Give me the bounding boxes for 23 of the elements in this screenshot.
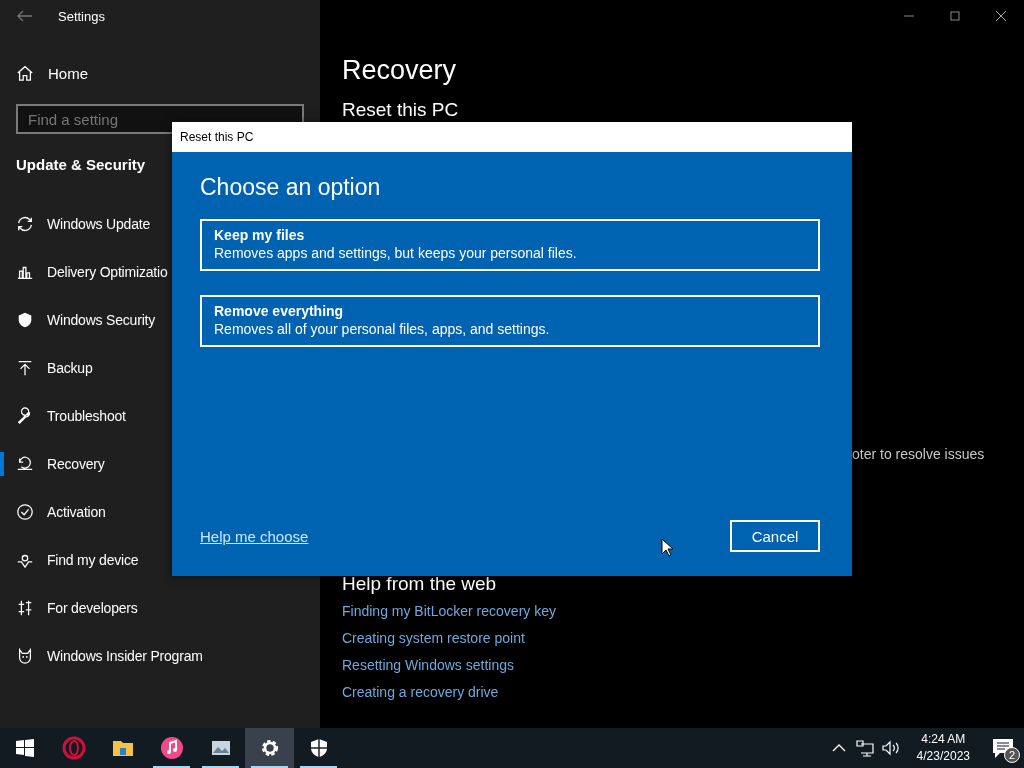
description-text: oter to resolve issues [852,446,985,462]
help-link[interactable]: Creating system restore point [342,630,525,646]
section-heading: Reset this PC [342,99,459,121]
dialog-heading: Choose an option [200,174,382,201]
help-link[interactable]: Creating a recovery drive [342,684,499,700]
clock[interactable]: 4:24 AM 4/23/2023 [916,731,970,765]
section-heading: Update & Security [16,156,147,173]
section-heading: Help from the web [342,574,497,594]
option-button[interactable]: Keep my files Removes apps and settings, but keeps your personal files. [200,219,820,271]
cancel-button[interactable]: Cancel [730,520,820,552]
window-title: Settings [58,8,105,24]
page-title: Recovery [342,55,457,86]
sidebar-item[interactable]: Recovery [0,440,320,488]
sidebar-item[interactable]: Troubleshoot [0,392,320,440]
help-link[interactable]: Resetting Windows settings [342,657,514,673]
help-link[interactable]: Finding my BitLocker recovery key [342,603,556,619]
sidebar-item[interactable]: Backup [0,344,320,392]
sidebar-item[interactable]: For developers [0,584,320,632]
home-link[interactable]: Home [0,49,320,97]
option-button[interactable]: Remove everything Removes all of your personal files, apps, and settings. [200,295,820,347]
help-link[interactable]: Help me choose [200,527,309,545]
notification-count: 2 [1004,747,1020,763]
sidebar-item[interactable]: Windows Insider Program [0,632,320,680]
